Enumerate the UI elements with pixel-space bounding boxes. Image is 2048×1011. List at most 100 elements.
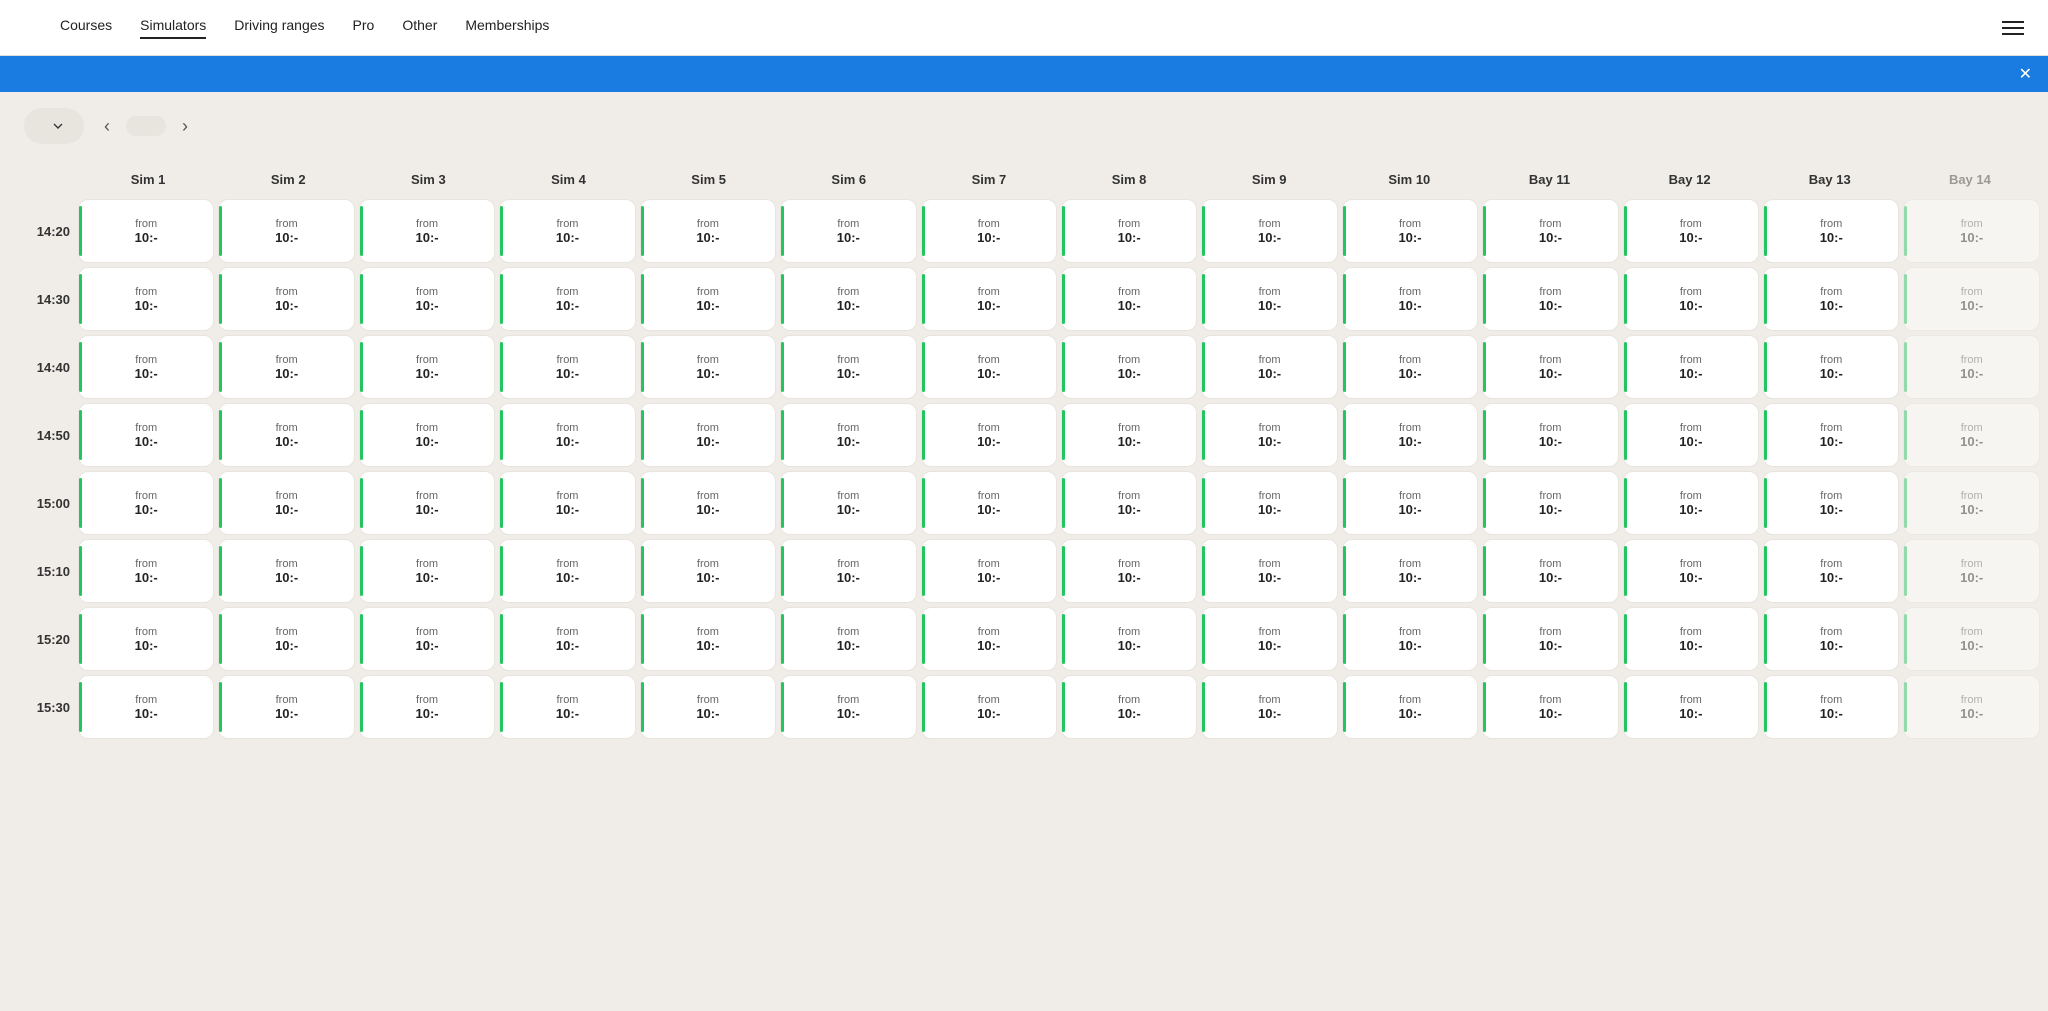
- booking-cell[interactable]: from10:-: [359, 539, 495, 603]
- booking-cell[interactable]: from10:-: [1482, 335, 1618, 399]
- booking-cell[interactable]: from10:-: [1763, 403, 1899, 467]
- booking-cell[interactable]: from10:-: [499, 403, 635, 467]
- booking-cell[interactable]: from10:-: [1763, 607, 1899, 671]
- booking-cell[interactable]: from10:-: [1201, 539, 1337, 603]
- booking-cell[interactable]: from10:-: [1201, 403, 1337, 467]
- booking-cell[interactable]: from10:-: [1763, 471, 1899, 535]
- booking-cell[interactable]: from10:-: [78, 471, 214, 535]
- booking-cell[interactable]: from10:-: [1763, 267, 1899, 331]
- booking-cell[interactable]: from10:-: [1763, 675, 1899, 739]
- booking-cell[interactable]: from10:-: [1201, 335, 1337, 399]
- booking-cell[interactable]: from10:-: [1763, 199, 1899, 263]
- booking-cell[interactable]: from10:-: [1482, 471, 1618, 535]
- booking-cell[interactable]: from10:-: [218, 607, 354, 671]
- booking-cell[interactable]: from10:-: [640, 335, 776, 399]
- booking-cell[interactable]: from10:-: [1623, 607, 1759, 671]
- booking-cell[interactable]: from10:-: [1061, 539, 1197, 603]
- booking-cell[interactable]: from10:-: [499, 335, 635, 399]
- booking-cell[interactable]: from10:-: [218, 471, 354, 535]
- booking-cell[interactable]: from10:-: [1903, 199, 2039, 263]
- booking-cell[interactable]: from10:-: [78, 403, 214, 467]
- booking-cell[interactable]: from10:-: [780, 471, 916, 535]
- booking-cell[interactable]: from10:-: [1342, 335, 1478, 399]
- booking-cell[interactable]: from10:-: [78, 607, 214, 671]
- nav-link-memberships[interactable]: Memberships: [465, 17, 549, 39]
- booking-cell[interactable]: from10:-: [1342, 607, 1478, 671]
- booking-cell[interactable]: from10:-: [640, 607, 776, 671]
- booking-cell[interactable]: from10:-: [78, 199, 214, 263]
- booking-cell[interactable]: from10:-: [1342, 675, 1478, 739]
- booking-cell[interactable]: from10:-: [1201, 267, 1337, 331]
- booking-cell[interactable]: from10:-: [1201, 199, 1337, 263]
- booking-cell[interactable]: from10:-: [1623, 335, 1759, 399]
- booking-cell[interactable]: from10:-: [1342, 403, 1478, 467]
- booking-cell[interactable]: from10:-: [359, 335, 495, 399]
- booking-cell[interactable]: from10:-: [780, 539, 916, 603]
- booking-cell[interactable]: from10:-: [78, 335, 214, 399]
- booking-cell[interactable]: from10:-: [640, 471, 776, 535]
- booking-cell[interactable]: from10:-: [780, 335, 916, 399]
- booking-cell[interactable]: from10:-: [1342, 267, 1478, 331]
- booking-cell[interactable]: from10:-: [640, 539, 776, 603]
- nav-link-pro[interactable]: Pro: [353, 17, 375, 39]
- booking-cell[interactable]: from10:-: [359, 675, 495, 739]
- booking-cell[interactable]: from10:-: [218, 539, 354, 603]
- booking-cell[interactable]: from10:-: [1061, 675, 1197, 739]
- booking-cell[interactable]: from10:-: [499, 607, 635, 671]
- booking-cell[interactable]: from10:-: [780, 267, 916, 331]
- booking-cell[interactable]: from10:-: [78, 539, 214, 603]
- venue-dropdown[interactable]: [24, 108, 84, 144]
- booking-cell[interactable]: from10:-: [1623, 675, 1759, 739]
- booking-cell[interactable]: from10:-: [1903, 267, 2039, 331]
- booking-cell[interactable]: from10:-: [640, 267, 776, 331]
- booking-cell[interactable]: from10:-: [780, 403, 916, 467]
- booking-cell[interactable]: from10:-: [1201, 675, 1337, 739]
- booking-cell[interactable]: from10:-: [218, 267, 354, 331]
- booking-cell[interactable]: from10:-: [1061, 267, 1197, 331]
- booking-cell[interactable]: from10:-: [1623, 403, 1759, 467]
- booking-cell[interactable]: from10:-: [1342, 539, 1478, 603]
- nav-link-driving-ranges[interactable]: Driving ranges: [234, 17, 324, 39]
- booking-cell[interactable]: from10:-: [499, 675, 635, 739]
- booking-cell[interactable]: from10:-: [1623, 539, 1759, 603]
- nav-link-simulators[interactable]: Simulators: [140, 17, 206, 39]
- booking-cell[interactable]: from10:-: [1482, 199, 1618, 263]
- booking-cell[interactable]: from10:-: [780, 607, 916, 671]
- booking-cell[interactable]: from10:-: [1482, 675, 1618, 739]
- booking-cell[interactable]: from10:-: [1061, 471, 1197, 535]
- booking-cell[interactable]: from10:-: [1482, 607, 1618, 671]
- hamburger-menu[interactable]: [2002, 21, 2024, 35]
- next-date-button[interactable]: ›: [174, 112, 196, 141]
- banner-close-button[interactable]: ✕: [2019, 64, 2032, 84]
- booking-cell[interactable]: from10:-: [218, 403, 354, 467]
- booking-cell[interactable]: from10:-: [218, 199, 354, 263]
- booking-cell[interactable]: from10:-: [359, 607, 495, 671]
- booking-cell[interactable]: from10:-: [1763, 335, 1899, 399]
- booking-cell[interactable]: from10:-: [1903, 607, 2039, 671]
- booking-cell[interactable]: from10:-: [359, 199, 495, 263]
- booking-cell[interactable]: from10:-: [921, 267, 1057, 331]
- booking-cell[interactable]: from10:-: [640, 675, 776, 739]
- booking-cell[interactable]: from10:-: [359, 403, 495, 467]
- booking-cell[interactable]: from10:-: [921, 539, 1057, 603]
- booking-cell[interactable]: from10:-: [499, 267, 635, 331]
- booking-cell[interactable]: from10:-: [1903, 471, 2039, 535]
- nav-link-other[interactable]: Other: [402, 17, 437, 39]
- booking-cell[interactable]: from10:-: [1623, 199, 1759, 263]
- booking-cell[interactable]: from10:-: [218, 675, 354, 739]
- booking-cell[interactable]: from10:-: [1763, 539, 1899, 603]
- booking-cell[interactable]: from10:-: [780, 199, 916, 263]
- booking-cell[interactable]: from10:-: [1482, 267, 1618, 331]
- booking-cell[interactable]: from10:-: [640, 199, 776, 263]
- booking-cell[interactable]: from10:-: [1061, 607, 1197, 671]
- booking-cell[interactable]: from10:-: [1482, 539, 1618, 603]
- booking-cell[interactable]: from10:-: [499, 471, 635, 535]
- prev-date-button[interactable]: ‹: [96, 112, 118, 141]
- booking-cell[interactable]: from10:-: [921, 675, 1057, 739]
- booking-cell[interactable]: from10:-: [1201, 471, 1337, 535]
- booking-cell[interactable]: from10:-: [1623, 471, 1759, 535]
- booking-cell[interactable]: from10:-: [1342, 471, 1478, 535]
- booking-cell[interactable]: from10:-: [499, 539, 635, 603]
- booking-cell[interactable]: from10:-: [921, 199, 1057, 263]
- booking-cell[interactable]: from10:-: [921, 335, 1057, 399]
